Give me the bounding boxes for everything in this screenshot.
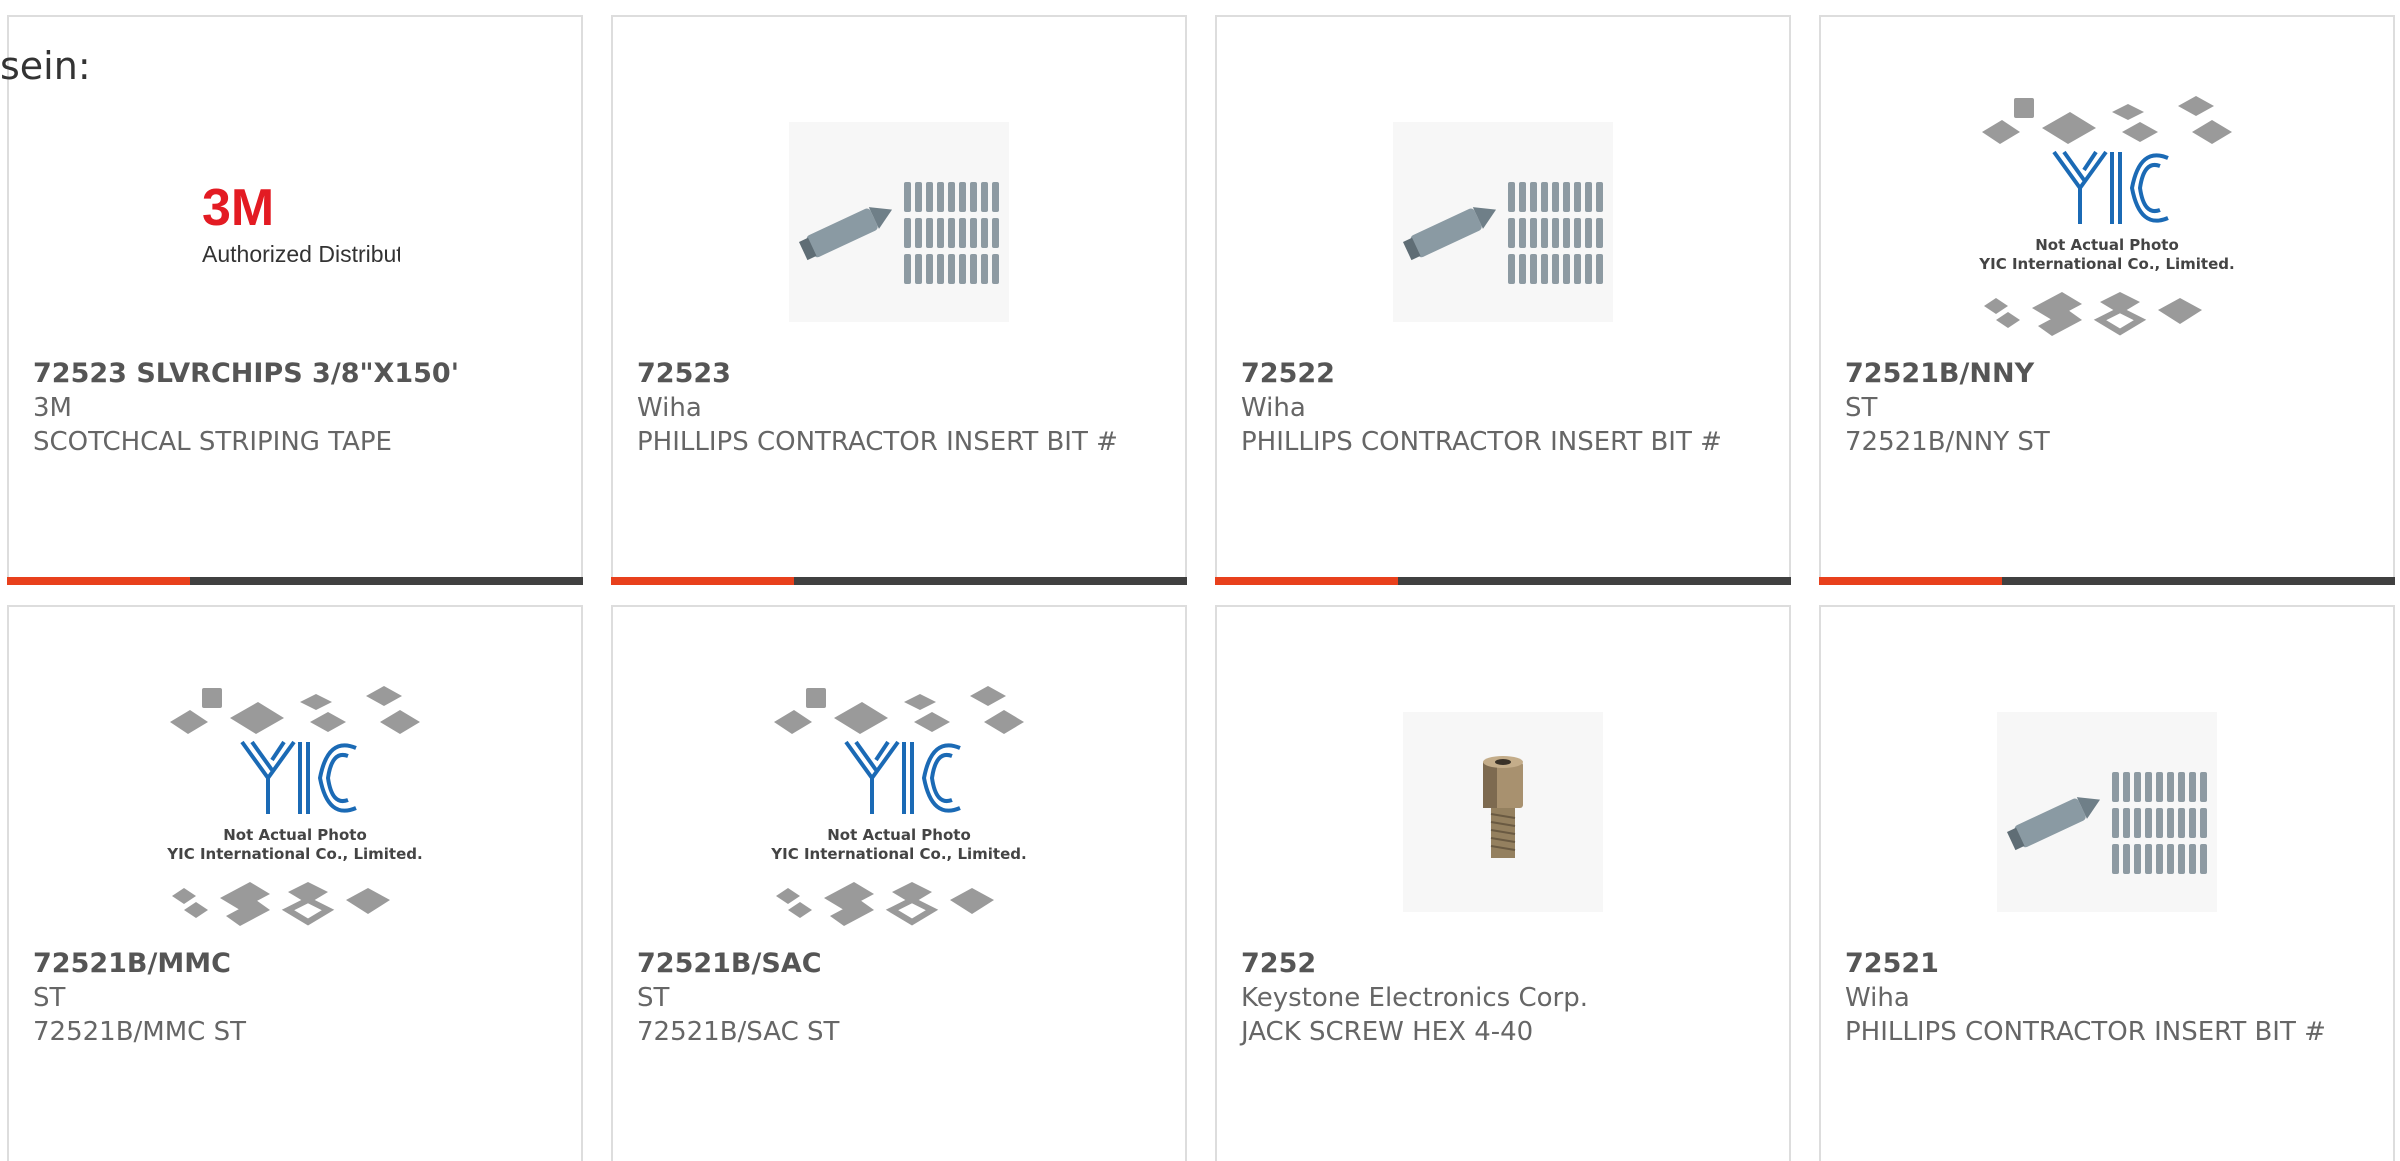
manufacturer-name: Wiha [637,393,702,423]
card-bottom-bar [1819,577,2395,585]
svg-text:YIC International Co., Limited: YIC International Co., Limited. [1978,255,2234,273]
manufacturer-name: ST [33,983,66,1013]
product-info: 72523 SLVRCHIPS 3/8"X150' 3M SCOTCHCAL S… [33,357,561,459]
screwdriver-bits-icon [1393,122,1613,322]
not-actual-photo-icon: Not Actual Photo YIC International Co., … [770,686,1027,926]
not-actual-photo-icon: Not Actual Photo YIC International Co., … [166,686,423,926]
manufacturer-name: ST [1845,393,1878,423]
card-accent-bar [611,577,794,585]
svg-text:Not Actual Photo: Not Actual Photo [827,826,971,844]
product-image-bits[interactable] [1972,677,2242,947]
product-info: 72521B/MMC ST 72521B/MMC ST [33,947,561,1049]
product-info: 72521B/SAC ST 72521B/SAC ST [637,947,1165,1049]
product-card[interactable]: 72521 Wiha PHILLIPS CONTRACTOR INSERT BI… [1819,605,2395,1161]
product-info: 72523 Wiha PHILLIPS CONTRACTOR INSERT BI… [637,357,1165,459]
product-image-placeholder[interactable]: Not Actual Photo YIC International Co., … [764,677,1034,947]
svg-text:Authorized Distributor: Authorized Distributor [202,241,400,267]
product-image-jack-screw[interactable] [1368,677,1638,947]
part-number-link[interactable]: 72521B/MMC [33,947,561,981]
part-number-link[interactable]: 7252 [1241,947,1769,981]
product-description: SCOTCHCAL STRIPING TAPE [33,427,392,457]
product-grid-page: sein: 3M Authorized Distributor 72523 SL… [0,0,2400,1161]
part-number-link[interactable]: 72521B/NNY [1845,357,2373,391]
product-image-placeholder[interactable]: Not Actual Photo YIC International Co., … [1972,87,2242,357]
card-bottom-bar [1215,577,1791,585]
product-description: PHILLIPS CONTRACTOR INSERT BIT # [1845,1017,2326,1047]
manufacturer-name: Wiha [1241,393,1306,423]
card-accent-bar [1215,577,1398,585]
svg-text:3M: 3M [202,179,274,237]
screwdriver-bits-icon [1997,712,2217,912]
product-description: PHILLIPS CONTRACTOR INSERT BIT # [1241,427,1722,457]
3m-logo-icon: 3M Authorized Distributor [202,179,400,267]
product-image-bits[interactable] [1368,87,1638,357]
product-image-3m-logo[interactable]: 3M Authorized Distributor [160,87,430,357]
card-bottom-bar [7,577,583,585]
product-description: 72521B/MMC ST [33,1017,246,1047]
product-info: 72521B/NNY ST 72521B/NNY ST [1845,357,2373,459]
part-number-link[interactable]: 72523 [637,357,1165,391]
product-card[interactable]: 72523 Wiha PHILLIPS CONTRACTOR INSERT BI… [611,15,1187,585]
product-info: 7252 Keystone Electronics Corp. JACK SCR… [1241,947,1769,1049]
product-info: 72522 Wiha PHILLIPS CONTRACTOR INSERT BI… [1241,357,1769,459]
manufacturer-name: Wiha [1845,983,1910,1013]
product-card[interactable]: Not Actual Photo YIC International Co., … [611,605,1187,1161]
jack-screw-icon [1403,712,1603,912]
manufacturer-name: 3M [33,393,72,423]
product-card[interactable]: Not Actual Photo YIC International Co., … [7,605,583,1161]
product-description: 72521B/NNY ST [1845,427,2050,457]
screwdriver-bits-icon [789,122,1009,322]
card-accent-bar [1819,577,2002,585]
not-actual-photo-icon: Not Actual Photo YIC International Co., … [1978,96,2235,336]
svg-text:Not Actual Photo: Not Actual Photo [2035,236,2179,254]
part-number-link[interactable]: 72521B/SAC [637,947,1165,981]
svg-text:YIC International Co., Limited: YIC International Co., Limited. [166,845,422,863]
card-bottom-bar [611,577,1187,585]
product-card[interactable]: 72522 Wiha PHILLIPS CONTRACTOR INSERT BI… [1215,15,1791,585]
card-accent-bar [7,577,190,585]
part-number-link[interactable]: 72522 [1241,357,1769,391]
product-description: JACK SCREW HEX 4-40 [1241,1017,1534,1047]
manufacturer-name: ST [637,983,670,1013]
product-card[interactable]: 3M Authorized Distributor 72523 SLVRCHIP… [7,15,583,585]
product-image-placeholder[interactable]: Not Actual Photo YIC International Co., … [160,677,430,947]
intro-text: sein: [0,44,91,88]
product-info: 72521 Wiha PHILLIPS CONTRACTOR INSERT BI… [1845,947,2373,1049]
svg-text:Not Actual Photo: Not Actual Photo [223,826,367,844]
manufacturer-name: Keystone Electronics Corp. [1241,983,1589,1013]
product-description: PHILLIPS CONTRACTOR INSERT BIT # [637,427,1118,457]
product-card[interactable]: 7252 Keystone Electronics Corp. JACK SCR… [1215,605,1791,1161]
part-number-link[interactable]: 72521 [1845,947,2373,981]
part-number-link[interactable]: 72523 SLVRCHIPS 3/8"X150' [33,357,561,391]
product-image-bits[interactable] [764,87,1034,357]
svg-text:YIC International Co., Limited: YIC International Co., Limited. [770,845,1026,863]
product-card[interactable]: Not Actual Photo YIC International Co., … [1819,15,2395,585]
product-description: 72521B/SAC ST [637,1017,840,1047]
